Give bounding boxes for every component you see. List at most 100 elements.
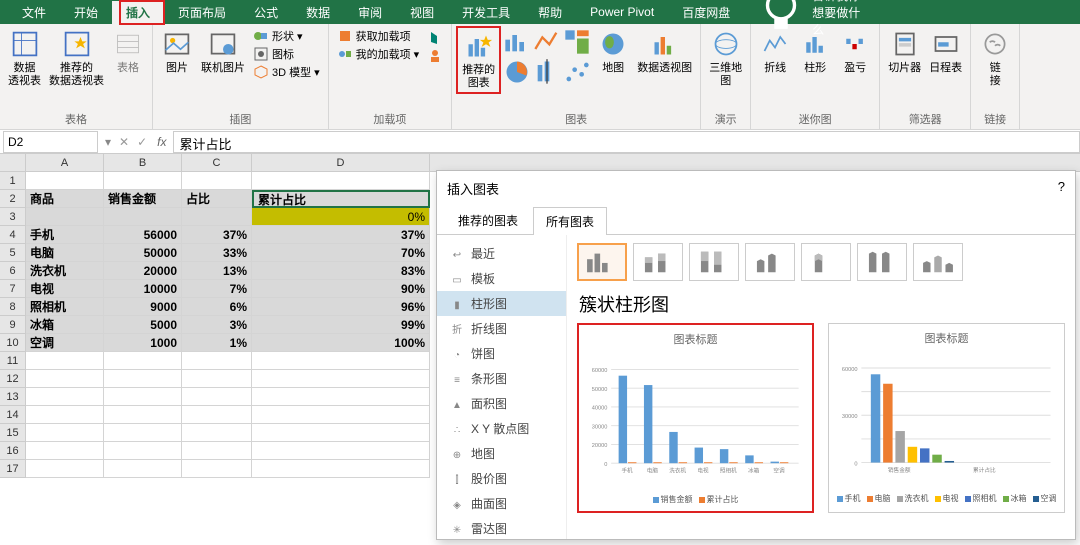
tab-help[interactable]: 帮助 <box>524 1 576 24</box>
my-addins-button[interactable]: 我的加载项▾ <box>337 46 420 62</box>
cell[interactable]: 电视 <box>26 280 104 298</box>
3dmodel-button[interactable]: 3D 模型▾ <box>253 64 320 80</box>
chart-category-2[interactable]: ▮柱形图 <box>437 291 566 316</box>
cell[interactable]: 商品 <box>26 190 104 208</box>
chart-preview-1[interactable]: 图表标题 60000 50000 40000 30000 20000 0 手机电… <box>577 323 814 513</box>
clustered-column-subtype[interactable] <box>577 243 627 281</box>
svg-text:冰箱: 冰箱 <box>748 467 760 475</box>
select-all-corner[interactable] <box>0 154 26 171</box>
group-charts: 推荐的 图表 地图 数据透视图 <box>452 24 701 129</box>
chart-category-8[interactable]: ⊕地图 <box>437 441 566 466</box>
3d-stacked-subtype[interactable] <box>801 243 851 281</box>
pie-chart-button[interactable] <box>503 58 531 86</box>
bing-maps-button[interactable] <box>427 30 443 46</box>
svg-text:照相机: 照相机 <box>720 467 737 475</box>
shapes-button[interactable]: 形状▾ <box>253 28 320 44</box>
tab-insert[interactable]: 插入 <box>112 1 164 24</box>
fx-icon[interactable]: fx <box>151 135 172 149</box>
formula-input[interactable]: 累计占比 <box>173 131 1080 153</box>
cell[interactable]: 手机 <box>26 226 104 244</box>
chart-category-6[interactable]: ▲面积图 <box>437 391 566 416</box>
timeline-icon <box>930 28 962 60</box>
dlg-tab-recommended[interactable]: 推荐的图表 <box>445 206 531 234</box>
100stacked-column-subtype[interactable] <box>689 243 739 281</box>
col-header-d[interactable]: D <box>252 154 430 171</box>
column-chart-button[interactable] <box>503 28 531 56</box>
3d-clustered-subtype[interactable] <box>745 243 795 281</box>
tab-developer[interactable]: 开发工具 <box>448 1 524 24</box>
preview-chart-1: 60000 50000 40000 30000 20000 0 手机电脑洗衣机电… <box>583 351 808 491</box>
chart-category-11[interactable]: ✳雷达图 <box>437 516 566 539</box>
online-pictures-button[interactable]: 联机图片 <box>197 26 249 77</box>
map-button[interactable]: 地图 <box>593 26 633 77</box>
chart-category-3[interactable]: 折折线图 <box>437 316 566 341</box>
help-button[interactable]: ? <box>1058 179 1065 198</box>
stacked-column-subtype[interactable] <box>633 243 683 281</box>
cell[interactable]: 照相机 <box>26 298 104 316</box>
group-tours: 三维地 图 演示 <box>701 24 751 129</box>
active-cell[interactable]: 累计占比 <box>252 190 430 208</box>
pivot-table-icon <box>9 28 41 60</box>
col-header-c[interactable]: C <box>182 154 252 171</box>
icons-button[interactable]: 图标 <box>253 46 320 62</box>
scatter-chart-button[interactable] <box>563 58 591 86</box>
pivot-label: 数据 透视表 <box>8 62 41 88</box>
3dmap-button[interactable]: 三维地 图 <box>705 26 746 90</box>
cell[interactable] <box>26 172 104 190</box>
svg-text:50000: 50000 <box>592 387 608 393</box>
tab-baidu[interactable]: 百度网盘 <box>668 1 744 24</box>
enter-icon[interactable]: ✓ <box>133 135 151 149</box>
3d-column-subtype[interactable] <box>913 243 963 281</box>
chart-preview-2[interactable]: 图表标题 60000 30000 0 销售金额累计占比 手机电脑洗衣机电视照相机… <box>828 323 1065 513</box>
chart-category-4[interactable]: ◔饼图 <box>437 341 566 366</box>
pivot-table-button[interactable]: 数据 透视表 <box>4 26 45 90</box>
tab-review[interactable]: 审阅 <box>344 1 396 24</box>
stat-chart-button[interactable] <box>533 58 561 86</box>
cell[interactable]: 冰箱 <box>26 316 104 334</box>
col-header-b[interactable]: B <box>104 154 182 171</box>
line-chart-button[interactable] <box>533 28 561 56</box>
row-header[interactable]: 1 <box>0 172 26 190</box>
3d-100stacked-subtype[interactable] <box>857 243 907 281</box>
slicer-button[interactable]: 切片器 <box>884 26 925 77</box>
chart-category-0[interactable]: ↩最近 <box>437 241 566 266</box>
hierarchy-chart-button[interactable] <box>563 28 591 56</box>
pivotchart-button[interactable]: 数据透视图 <box>633 26 696 77</box>
dlg-tab-all[interactable]: 所有图表 <box>533 207 607 235</box>
chart-category-1[interactable]: ▭模板 <box>437 266 566 291</box>
get-addins-button[interactable]: 获取加载项 <box>337 28 420 44</box>
chart-category-9[interactable]: ⫿股价图 <box>437 466 566 491</box>
sparkline-column-button[interactable]: 柱形 <box>795 26 835 77</box>
chart-category-5[interactable]: ≡条形图 <box>437 366 566 391</box>
pictures-button[interactable]: 图片 <box>157 26 197 77</box>
svg-text:⫿: ⫿ <box>455 474 458 486</box>
group-tables: 数据 透视表 推荐的 数据透视表 表格 表格 <box>0 24 153 129</box>
people-graph-button[interactable] <box>427 48 443 64</box>
name-box[interactable] <box>3 131 98 153</box>
tab-pagelayout[interactable]: 页面布局 <box>164 1 240 24</box>
chart-category-7[interactable]: ∴X Y 散点图 <box>437 416 566 441</box>
chevron-down-icon: ▾ <box>297 30 303 43</box>
tab-data[interactable]: 数据 <box>292 1 344 24</box>
tab-powerpivot[interactable]: Power Pivot <box>576 2 668 22</box>
tab-view[interactable]: 视图 <box>396 1 448 24</box>
tab-formulas[interactable]: 公式 <box>240 1 292 24</box>
timeline-button[interactable]: 日程表 <box>925 26 966 77</box>
tab-file[interactable]: 文件 <box>8 1 60 24</box>
svg-text:∴: ∴ <box>454 425 460 436</box>
chevron-down-icon[interactable]: ▾ <box>101 135 115 149</box>
cell[interactable]: 洗衣机 <box>26 262 104 280</box>
recommended-pivot-button[interactable]: 推荐的 数据透视表 <box>45 26 108 90</box>
svg-text:60000: 60000 <box>842 367 858 373</box>
col-header-a[interactable]: A <box>26 154 104 171</box>
cell[interactable]: 电脑 <box>26 244 104 262</box>
recommended-charts-button[interactable]: 推荐的 图表 <box>456 26 501 94</box>
cancel-icon[interactable]: ✕ <box>115 135 133 149</box>
link-button[interactable]: 链 接 <box>975 26 1015 90</box>
sparkline-winloss-button[interactable]: 盈亏 <box>835 26 875 77</box>
cell[interactable]: 空调 <box>26 334 104 352</box>
tab-home[interactable]: 开始 <box>60 1 112 24</box>
sparkline-line-button[interactable]: 折线 <box>755 26 795 77</box>
chart-category-10[interactable]: ◈曲面图 <box>437 491 566 516</box>
table-button[interactable]: 表格 <box>108 26 148 77</box>
